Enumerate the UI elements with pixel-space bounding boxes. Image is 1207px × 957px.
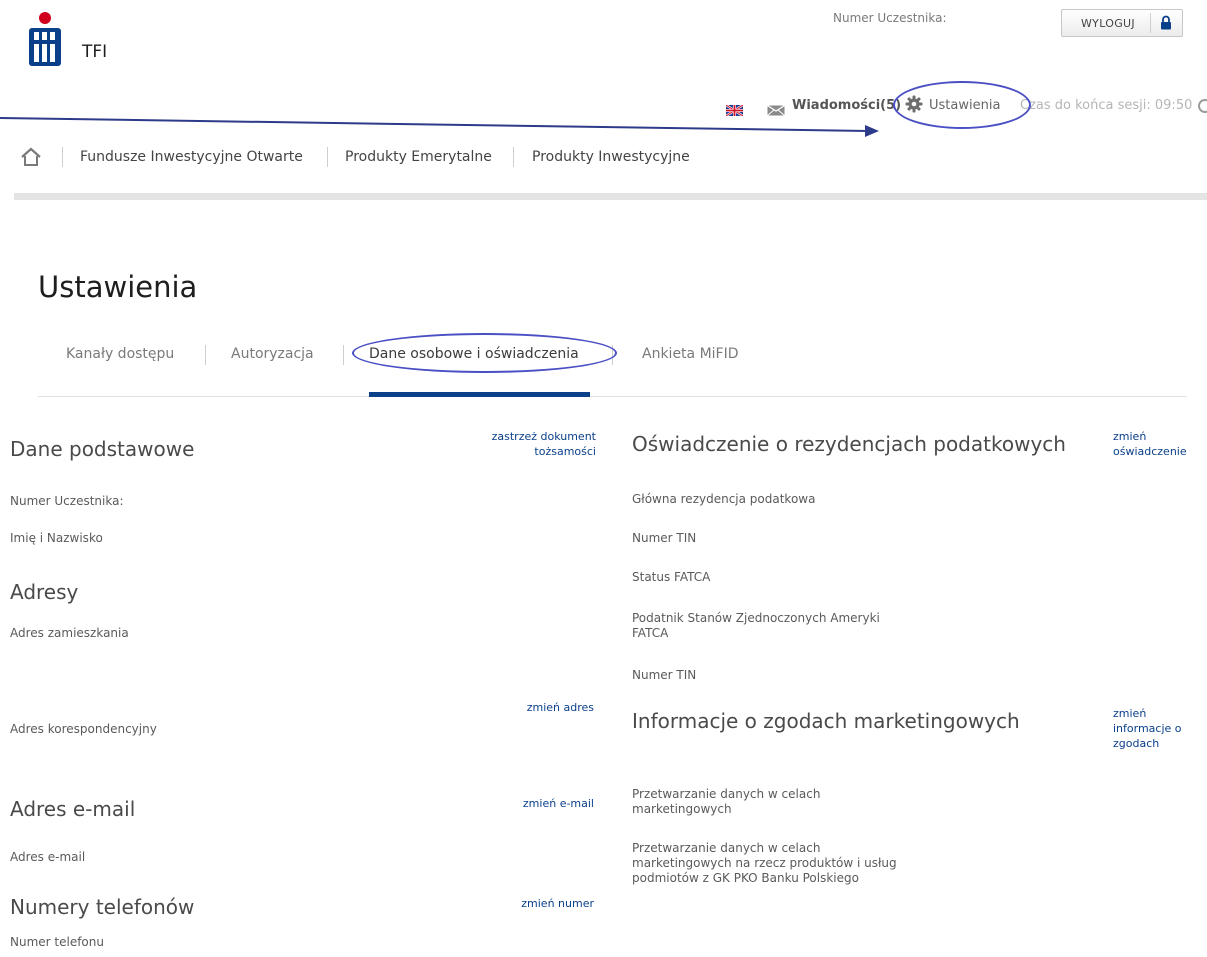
- fatca-status-field: Status FATCA: [632, 570, 711, 584]
- page-title: Ustawienia: [38, 270, 198, 304]
- restrict-id-document-link[interactable]: zastrzeż dokument tożsamości: [475, 429, 596, 459]
- tab-mifid[interactable]: Ankieta MiFID: [642, 346, 739, 362]
- section-title-email: Adres e-mail: [10, 797, 136, 821]
- main-tax-residency-field: Główna rezydencja podatkowa: [632, 492, 816, 506]
- phone-field: Numer telefonu: [10, 935, 104, 949]
- change-consent-info-link[interactable]: zmień informacje o zgodach: [1113, 706, 1195, 751]
- nav-divider: [327, 147, 328, 167]
- us-taxpayer-fatca-field: Podatnik Stanów Zjednoczonych Ameryki FA…: [632, 611, 880, 640]
- full-name-field: Imię i Nazwisko: [10, 531, 103, 545]
- home-icon[interactable]: [20, 147, 42, 167]
- nav-bottom-bar: [14, 193, 1207, 200]
- section-title-tax-residency: Oświadczenie o rezydencjach podatkowych: [632, 432, 1066, 456]
- nav-item-pension[interactable]: Produkty Emerytalne: [345, 149, 492, 165]
- change-email-link[interactable]: zmień e-mail: [475, 796, 594, 811]
- tin-number-field: Numer TIN: [632, 531, 697, 545]
- marketing-consent-field: Przetwarzanie danych w celach marketingo…: [632, 787, 821, 816]
- annotation-oval-tab: [352, 333, 617, 373]
- change-address-link[interactable]: zmień adres: [475, 700, 594, 715]
- participant-number-field: Numer Uczestnika:: [10, 494, 124, 508]
- section-title-basic: Dane podstawowe: [10, 437, 195, 461]
- correspondence-address-field: Adres korespondencyjny: [10, 722, 157, 736]
- section-title-phones: Numery telefonów: [10, 895, 195, 919]
- tab-authorization[interactable]: Autoryzacja: [231, 346, 314, 362]
- nav-item-investment[interactable]: Produkty Inwestycyjne: [532, 149, 690, 165]
- tabs-baseline: [38, 396, 1187, 397]
- tab-divider: [343, 345, 344, 365]
- section-title-addresses: Adresy: [10, 580, 79, 604]
- change-number-link[interactable]: zmień numer: [475, 896, 594, 911]
- residence-address-field: Adres zamieszkania: [10, 626, 129, 640]
- change-declaration-link[interactable]: zmień oświadczenie: [1113, 429, 1199, 459]
- tin-number-field-2: Numer TIN: [632, 668, 697, 682]
- nav-divider: [62, 147, 63, 167]
- tab-divider: [205, 345, 206, 365]
- section-title-marketing: Informacje o zgodach marketingowych: [632, 709, 1020, 733]
- nav-divider: [513, 147, 514, 167]
- active-tab-indicator: [369, 392, 590, 397]
- annotation-oval-settings: [893, 81, 1031, 129]
- email-field: Adres e-mail: [10, 850, 86, 864]
- group-marketing-consent-field: Przetwarzanie danych w celach marketingo…: [632, 841, 897, 885]
- tab-access-channels[interactable]: Kanały dostępu: [66, 346, 174, 362]
- nav-item-funds[interactable]: Fundusze Inwestycyjne Otwarte: [80, 149, 303, 165]
